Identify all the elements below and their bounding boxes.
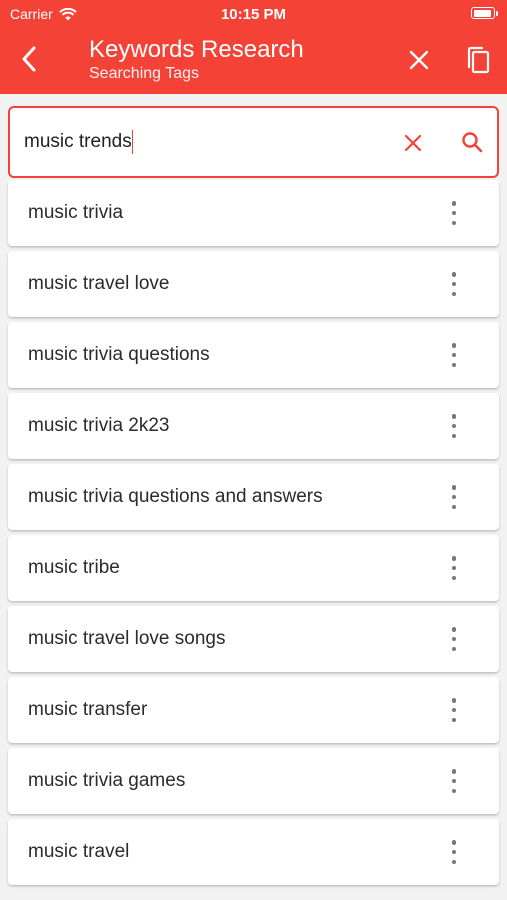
list-item[interactable]: music trivia games — [8, 748, 499, 814]
close-button[interactable] — [404, 45, 434, 75]
more-options-button[interactable] — [449, 272, 459, 296]
list-item[interactable]: music trivia questions — [8, 322, 499, 388]
more-vertical-icon — [449, 698, 459, 722]
search-button[interactable] — [458, 128, 486, 156]
list-item[interactable]: music tribe — [8, 535, 499, 601]
menu-dot — [451, 433, 457, 438]
more-vertical-icon — [449, 343, 459, 367]
list-item-label: music travel love — [28, 273, 170, 294]
menu-dot — [451, 362, 457, 367]
menu-dot — [451, 291, 457, 296]
results-list: music trivia music travel love music trivi… — [8, 180, 499, 890]
menu-dot — [451, 201, 457, 206]
toolbar: Keywords Research Searching Tags — [0, 28, 507, 94]
more-vertical-icon — [449, 201, 459, 225]
menu-dot — [451, 210, 457, 216]
menu-dot — [451, 423, 457, 429]
list-item-label: music trivia — [28, 202, 124, 223]
menu-dot — [451, 646, 457, 651]
menu-dot — [451, 840, 457, 845]
back-button[interactable] — [14, 44, 44, 74]
more-options-button[interactable] — [449, 201, 459, 225]
list-item[interactable]: music travel love — [8, 251, 499, 317]
more-vertical-icon — [449, 272, 459, 296]
list-item-label: music tribe — [28, 557, 120, 578]
menu-dot — [451, 343, 457, 348]
list-item-label: music transfer — [28, 699, 148, 720]
more-options-button[interactable] — [449, 485, 459, 509]
more-options-button[interactable] — [449, 840, 459, 864]
list-item-label: music trivia 2k23 — [28, 415, 170, 436]
search-bar: music trends — [8, 106, 499, 178]
search-icon — [462, 132, 483, 153]
more-options-button[interactable] — [449, 414, 459, 438]
text-caret — [131, 130, 134, 154]
menu-dot — [451, 627, 457, 632]
menu-dot — [451, 414, 457, 419]
menu-dot — [451, 556, 457, 561]
list-item[interactable]: music travel — [8, 819, 499, 885]
menu-dot — [451, 707, 457, 713]
app-header: Carrier 10:15 PM Keywords Research Searc… — [0, 0, 507, 94]
menu-dot — [451, 494, 457, 500]
menu-dot — [451, 485, 457, 490]
close-icon — [409, 50, 429, 70]
battery-level — [473, 9, 491, 17]
search-input-value: music trends — [24, 131, 132, 152]
clear-search-button[interactable] — [400, 130, 426, 156]
toolbar-titles: Keywords Research Searching Tags — [89, 36, 304, 84]
page-subtitle: Searching Tags — [89, 65, 199, 82]
more-options-button[interactable] — [449, 769, 459, 793]
more-vertical-icon — [449, 627, 459, 651]
menu-dot — [451, 352, 457, 358]
list-item-label: music trivia questions — [28, 344, 210, 365]
menu-dot — [451, 575, 457, 580]
list-item[interactable]: music travel love songs — [8, 606, 499, 672]
menu-dot — [451, 220, 457, 225]
page-title: Keywords Research — [89, 36, 304, 63]
list-item-label: music travel love songs — [28, 628, 226, 649]
more-options-button[interactable] — [449, 343, 459, 367]
chevron-left-icon — [22, 46, 36, 72]
menu-dot — [451, 769, 457, 774]
menu-dot — [451, 565, 457, 571]
list-item[interactable]: music trivia — [8, 180, 499, 246]
menu-dot — [451, 636, 457, 642]
menu-dot — [451, 859, 457, 864]
menu-dot — [451, 504, 457, 509]
more-options-button[interactable] — [449, 627, 459, 651]
menu-dot — [451, 778, 457, 784]
menu-dot — [451, 698, 457, 703]
search-input[interactable]: music trends — [24, 130, 134, 154]
status-bar: Carrier 10:15 PM — [0, 0, 507, 28]
menu-dot — [451, 272, 457, 277]
more-vertical-icon — [449, 414, 459, 438]
menu-dot — [451, 717, 457, 722]
battery-icon — [471, 7, 498, 19]
list-item[interactable]: music trivia 2k23 — [8, 393, 499, 459]
clock: 10:15 PM — [220, 6, 287, 23]
list-item-label: music trivia games — [28, 770, 186, 791]
more-vertical-icon — [449, 556, 459, 580]
more-options-button[interactable] — [449, 698, 459, 722]
menu-dot — [451, 281, 457, 287]
menu-dot — [451, 849, 457, 855]
list-item-label: music travel — [28, 841, 130, 862]
menu-dot — [451, 788, 457, 793]
more-vertical-icon — [449, 485, 459, 509]
close-icon — [404, 134, 422, 152]
more-vertical-icon — [449, 840, 459, 864]
more-vertical-icon — [449, 769, 459, 793]
copy-icon — [467, 46, 490, 74]
list-item-label: music trivia questions and answers — [28, 486, 323, 507]
more-options-button[interactable] — [449, 556, 459, 580]
list-item[interactable]: music trivia questions and answers — [8, 464, 499, 530]
copy-button[interactable] — [462, 43, 494, 77]
list-item[interactable]: music transfer — [8, 677, 499, 743]
